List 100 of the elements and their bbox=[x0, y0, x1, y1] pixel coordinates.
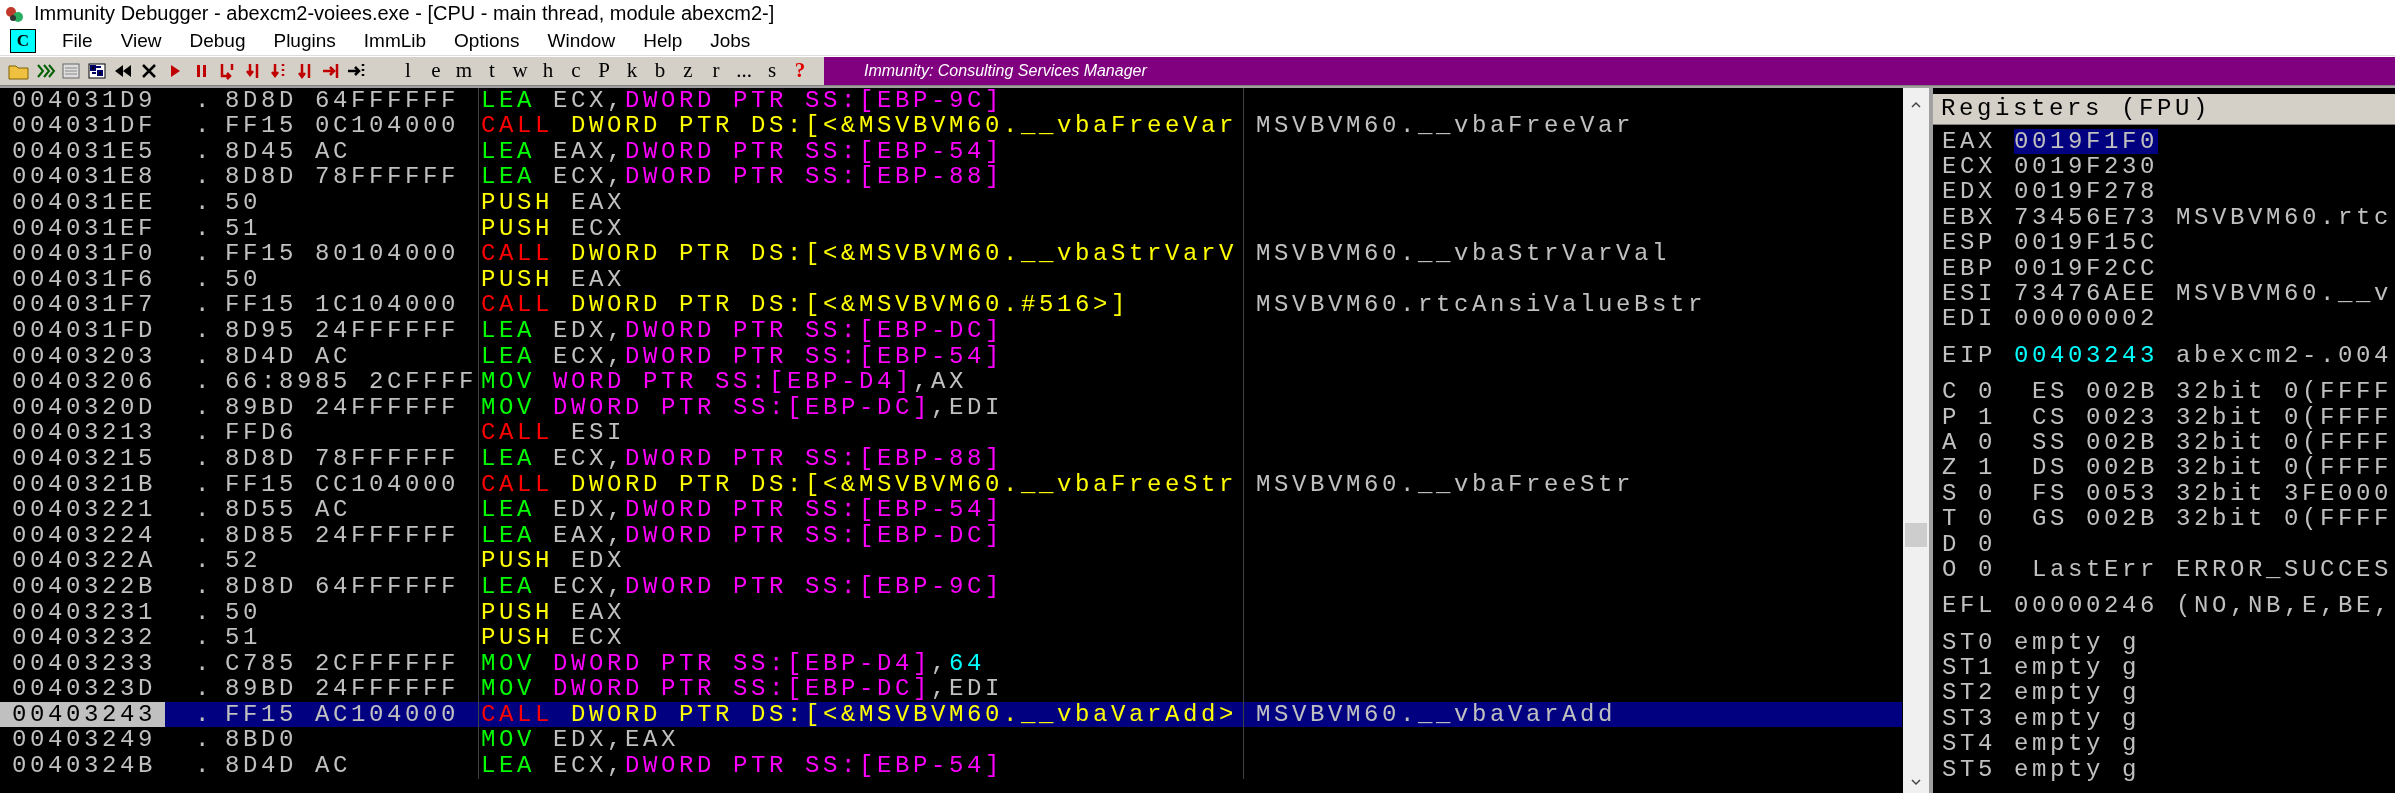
address-cell[interactable]: 004031F7 bbox=[0, 292, 165, 318]
marker-cell-text: . bbox=[194, 138, 214, 165]
register-value[interactable]: empty g bbox=[2014, 705, 2141, 732]
instruction-cell: MOV EDX,EAX bbox=[479, 727, 1244, 754]
register-value[interactable]: 0 bbox=[1978, 506, 2032, 532]
address-cell[interactable]: 004031E8 bbox=[0, 164, 165, 190]
app-menu-icon[interactable]: C bbox=[10, 29, 36, 54]
register-value[interactable]: 0 bbox=[1978, 379, 2032, 405]
register-value[interactable]: 0019F278 bbox=[2014, 179, 2159, 205]
register-name: ESI bbox=[1942, 281, 1997, 307]
hex-cell: 8D45 AC bbox=[225, 138, 479, 165]
register-value[interactable]: 00000002 bbox=[2014, 306, 2159, 332]
menu-item[interactable]: Options bbox=[440, 30, 534, 53]
marker-cell-text: . bbox=[194, 113, 214, 139]
toolbar-button[interactable]: s bbox=[758, 58, 786, 84]
address-cell[interactable]: 00403232 bbox=[0, 625, 165, 651]
scrollbar[interactable] bbox=[1902, 87, 1933, 793]
register-name: ST0 bbox=[1942, 629, 1997, 656]
toolbar-button[interactable]: b bbox=[646, 58, 674, 84]
marker-cell-text: . bbox=[194, 497, 214, 523]
address-cell[interactable]: 004031EE bbox=[0, 190, 165, 216]
instruction-cell: CALL DWORD PTR DS:[<&MSVBVM60.#516>] bbox=[479, 292, 1244, 318]
hex-cell: 50 bbox=[225, 266, 479, 293]
hex-cell: C785 2CFFFFFF bbox=[225, 650, 479, 677]
scroll-thumb[interactable] bbox=[1905, 522, 1927, 547]
marker-cell-text: . bbox=[194, 318, 214, 344]
register-value[interactable]: 0019F1F0 bbox=[2014, 128, 2159, 155]
register-name: ST3 bbox=[1942, 705, 1997, 732]
instruction-cell: CALL ESI bbox=[479, 420, 1244, 446]
address-cell[interactable]: 004031DF bbox=[0, 113, 165, 139]
register-value[interactable]: 73456E73 bbox=[2014, 204, 2159, 231]
register-value[interactable]: 1 bbox=[1978, 455, 2032, 481]
register-info: SS 002B 32bit 0(FFFF bbox=[2032, 429, 2393, 456]
address-cell[interactable]: 00403233 bbox=[0, 650, 165, 677]
hex-cell: 8BD0 bbox=[225, 727, 479, 754]
address-cell[interactable]: 004031EF bbox=[0, 215, 165, 242]
address-cell[interactable]: 0040321B bbox=[0, 471, 165, 498]
register-name: S bbox=[1942, 480, 1961, 507]
register-name: ST1 bbox=[1942, 655, 1997, 681]
register-value[interactable]: 0 bbox=[1978, 429, 2032, 456]
toolbar-button[interactable]: h bbox=[534, 58, 562, 84]
instruction-cell: LEA EAX,DWORD PTR SS:[EBP-54] bbox=[479, 138, 1244, 165]
register-value[interactable]: 0 bbox=[1978, 556, 2032, 583]
menu-item[interactable]: Jobs bbox=[696, 30, 765, 53]
menu-item[interactable]: Plugins bbox=[259, 30, 350, 53]
instruction-cell: PUSH EAX bbox=[479, 266, 1244, 293]
toolbar-button[interactable]: r bbox=[702, 58, 730, 84]
menu-item[interactable]: ImmLib bbox=[349, 30, 441, 53]
address-cell[interactable]: 004031F6 bbox=[0, 266, 165, 293]
toolbar-button[interactable]: l bbox=[394, 58, 422, 84]
register-value[interactable]: 0 bbox=[1978, 480, 2032, 507]
address-cell[interactable]: 004031D9 bbox=[0, 87, 165, 114]
register-value[interactable]: 0019F15C bbox=[2014, 230, 2159, 256]
address-cell[interactable]: 00403213 bbox=[0, 420, 165, 446]
register-value[interactable]: empty g bbox=[2014, 655, 2141, 681]
register-value[interactable]: empty g bbox=[2014, 731, 2141, 757]
register-value[interactable]: empty g bbox=[2014, 680, 2141, 706]
register-value[interactable]: empty g bbox=[2014, 756, 2141, 782]
register-value[interactable]: 0019F230 bbox=[2014, 154, 2159, 180]
address-cell[interactable]: 00403215 bbox=[0, 445, 165, 472]
toolbar-button[interactable]: k bbox=[618, 58, 646, 84]
register-value[interactable]: 00000246 bbox=[2014, 593, 2159, 619]
register-info: LastErr ERROR_SUCCES bbox=[2032, 556, 2393, 583]
address-cell[interactable]: 004031F0 bbox=[0, 241, 165, 267]
menu-item[interactable]: Debug bbox=[175, 30, 260, 53]
address-cell[interactable]: 0040322A bbox=[0, 548, 165, 574]
menu-item[interactable]: View bbox=[106, 30, 176, 53]
address-cell[interactable]: 00403203 bbox=[0, 343, 165, 370]
address-cell[interactable]: 004031E5 bbox=[0, 138, 165, 165]
address-cell[interactable]: 00403206 bbox=[0, 369, 165, 395]
toolbar-button[interactable]: z bbox=[674, 58, 702, 84]
toolbar-button[interactable]: c bbox=[562, 58, 590, 84]
address-cell[interactable]: 00403221 bbox=[0, 497, 165, 523]
toolbar-button[interactable]: t bbox=[478, 58, 506, 84]
address-cell[interactable]: 00403231 bbox=[0, 599, 165, 626]
toolbar-button[interactable]: m bbox=[450, 58, 478, 84]
address-cell[interactable]: 0040324B bbox=[0, 753, 165, 779]
toolbar-button[interactable]: w bbox=[506, 58, 534, 84]
menu-item[interactable]: Help bbox=[629, 30, 697, 53]
register-value[interactable]: 73476AEE bbox=[2014, 281, 2159, 307]
toolbar-button[interactable]: P bbox=[590, 58, 618, 84]
marker-cell-text: . bbox=[194, 599, 214, 626]
address-cell[interactable]: 0040320D bbox=[0, 394, 165, 421]
register-value[interactable]: 1 bbox=[1978, 404, 2032, 430]
toolbar-button[interactable]: ... bbox=[730, 58, 758, 84]
address-cell[interactable]: 0040322B bbox=[0, 573, 165, 600]
register-info: abexcm2-.004 bbox=[2176, 342, 2393, 369]
register-value[interactable]: 0019F2CC bbox=[2014, 255, 2159, 281]
address-cell[interactable]: 0040323D bbox=[0, 676, 165, 702]
register-value[interactable]: 0 bbox=[1978, 531, 2032, 557]
address-cell[interactable]: 004031FD bbox=[0, 318, 165, 344]
address-cell[interactable]: 00403249 bbox=[0, 727, 165, 754]
address-cell[interactable]: 00403243 bbox=[0, 701, 165, 728]
menu-item[interactable]: File bbox=[48, 30, 107, 53]
menu-item[interactable]: Window bbox=[533, 30, 630, 53]
address-cell[interactable]: 00403224 bbox=[0, 522, 165, 549]
register-value[interactable]: 00403243 bbox=[2014, 342, 2159, 369]
toolbar-button[interactable]: e bbox=[422, 58, 450, 84]
instruction-cell: PUSH ECX bbox=[479, 215, 1244, 242]
register-value[interactable]: empty g bbox=[2014, 629, 2141, 656]
